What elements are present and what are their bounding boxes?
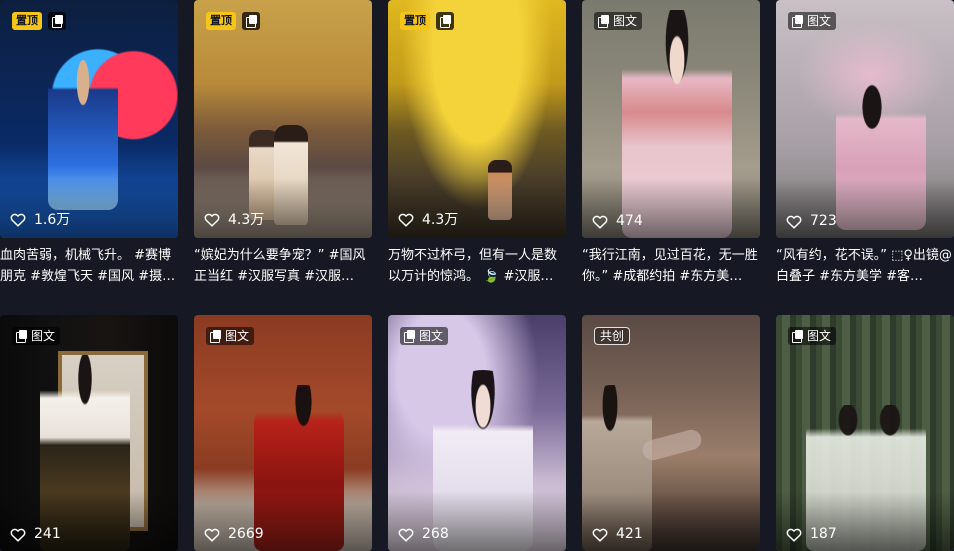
like-count-value: 4.3万 bbox=[228, 212, 265, 228]
like-count-value: 723 bbox=[810, 213, 837, 229]
collection-icon bbox=[242, 12, 260, 30]
like-count: 4.3万 bbox=[398, 209, 458, 229]
heart-icon bbox=[204, 213, 220, 227]
video-thumbnail[interactable]: 图文 187 bbox=[776, 315, 954, 551]
video-thumbnail[interactable]: 图文 268 bbox=[388, 315, 566, 551]
video-card[interactable]: 置顶 4.3万 万物不过杯弓，但有一人是数以万计的惊鸿。 🍃 #汉服写… bbox=[388, 0, 566, 287]
image-text-icon bbox=[210, 330, 222, 343]
thumbnail-badges: 置顶 bbox=[12, 12, 66, 30]
heart-icon bbox=[398, 213, 414, 227]
like-count-value: 1.6万 bbox=[34, 212, 71, 228]
video-card[interactable]: 图文 268 bbox=[388, 315, 566, 551]
image-text-badge: 图文 bbox=[400, 327, 449, 345]
heart-icon bbox=[592, 528, 608, 542]
pinned-badge: 置顶 bbox=[400, 12, 430, 30]
co-create-badge: 共创 bbox=[594, 327, 631, 345]
image-text-icon bbox=[792, 330, 804, 343]
collection-icon bbox=[48, 12, 66, 30]
like-count-value: 421 bbox=[616, 526, 643, 542]
video-card[interactable]: 图文 474 “我行江南，见过百花，无一胜你。” #成都约拍 #东方美… bbox=[582, 0, 760, 287]
image-text-badge: 图文 bbox=[12, 327, 61, 345]
video-thumbnail[interactable]: 图文 241 bbox=[0, 315, 178, 551]
video-description[interactable]: “嫔妃为什么要争宠？” #国风正当红 #汉服写真 #汉服… bbox=[194, 245, 372, 287]
video-card[interactable]: 共创 421 bbox=[582, 315, 760, 551]
video-card[interactable]: 图文 187 bbox=[776, 315, 954, 551]
heart-icon bbox=[786, 528, 802, 542]
image-text-badge: 图文 bbox=[788, 327, 837, 345]
like-count-value: 4.3万 bbox=[422, 212, 459, 228]
video-thumbnail[interactable]: 置顶 4.3万 bbox=[388, 0, 566, 238]
like-count: 187 bbox=[786, 526, 837, 542]
like-count: 268 bbox=[398, 526, 449, 542]
thumbnail-badges: 置顶 bbox=[206, 12, 260, 30]
thumbnail-badges: 图文 bbox=[400, 327, 449, 345]
video-thumbnail[interactable]: 图文 723 bbox=[776, 0, 954, 238]
like-count: 4.3万 bbox=[204, 209, 264, 229]
thumbnail-badges: 共创 bbox=[594, 327, 631, 345]
like-count: 2669 bbox=[204, 526, 264, 542]
video-card[interactable]: 置顶 1.6万 血肉苦弱，机械飞升。 #赛博朋克 #敦煌飞天 #国风 #摄… bbox=[0, 0, 178, 287]
video-description[interactable]: 血肉苦弱，机械飞升。 #赛博朋克 #敦煌飞天 #国风 #摄… bbox=[0, 245, 178, 287]
heart-icon bbox=[10, 213, 26, 227]
pinned-badge: 置顶 bbox=[206, 12, 236, 30]
heart-icon bbox=[786, 215, 802, 229]
like-count: 241 bbox=[10, 526, 61, 542]
thumbnail-badges: 图文 bbox=[594, 12, 643, 30]
image-text-badge: 图文 bbox=[788, 12, 837, 30]
video-description[interactable]: 万物不过杯弓，但有一人是数以万计的惊鸿。 🍃 #汉服写… bbox=[388, 245, 566, 287]
thumbnail-badges: 置顶 bbox=[400, 12, 454, 30]
heart-icon bbox=[592, 215, 608, 229]
like-count: 1.6万 bbox=[10, 209, 70, 229]
like-count-value: 2669 bbox=[228, 526, 264, 542]
thumbnail-badges: 图文 bbox=[12, 327, 61, 345]
video-description[interactable]: “风有约，花不误。” ⬚♀出镜@白叠子 #东方美学 #客… bbox=[776, 245, 954, 287]
image-text-icon bbox=[598, 15, 610, 28]
video-thumbnail[interactable]: 图文 2669 bbox=[194, 315, 372, 551]
pinned-badge: 置顶 bbox=[12, 12, 42, 30]
video-thumbnail[interactable]: 共创 421 bbox=[582, 315, 760, 551]
image-text-badge: 图文 bbox=[206, 327, 255, 345]
image-text-icon bbox=[16, 330, 28, 343]
heart-icon bbox=[398, 528, 414, 542]
thumbnail-badges: 图文 bbox=[788, 327, 837, 345]
thumbnail-badges: 图文 bbox=[206, 327, 255, 345]
like-count-value: 474 bbox=[616, 213, 643, 229]
image-text-badge: 图文 bbox=[594, 12, 643, 30]
like-count-value: 187 bbox=[810, 526, 837, 542]
like-count: 421 bbox=[592, 526, 643, 542]
like-count: 723 bbox=[786, 213, 837, 229]
video-description[interactable]: “我行江南，见过百花，无一胜你。” #成都约拍 #东方美… bbox=[582, 245, 760, 287]
video-thumbnail[interactable]: 图文 474 bbox=[582, 0, 760, 238]
image-text-icon bbox=[404, 330, 416, 343]
heart-icon bbox=[10, 528, 26, 542]
video-thumbnail[interactable]: 置顶 4.3万 bbox=[194, 0, 372, 238]
heart-icon bbox=[204, 528, 220, 542]
video-card[interactable]: 置顶 4.3万 “嫔妃为什么要争宠？” #国风正当红 #汉服写真 #汉服… bbox=[194, 0, 372, 287]
video-thumbnail[interactable]: 置顶 1.6万 bbox=[0, 0, 178, 238]
video-card[interactable]: 图文 2669 bbox=[194, 315, 372, 551]
thumbnail-badges: 图文 bbox=[788, 12, 837, 30]
like-count-value: 241 bbox=[34, 526, 61, 542]
like-count-value: 268 bbox=[422, 526, 449, 542]
like-count: 474 bbox=[592, 213, 643, 229]
video-card[interactable]: 图文 723 “风有约，花不误。” ⬚♀出镜@白叠子 #东方美学 #客… bbox=[776, 0, 954, 287]
collection-icon bbox=[436, 12, 454, 30]
image-text-icon bbox=[792, 15, 804, 28]
video-card[interactable]: 图文 241 bbox=[0, 315, 178, 551]
